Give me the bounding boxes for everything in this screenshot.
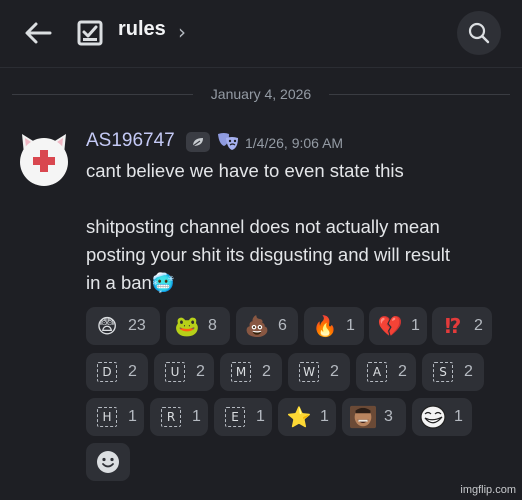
message-timestamp: 1/4/26, 9:06 AM — [245, 135, 344, 151]
reaction-letter-w[interactable]: W 2 — [288, 353, 350, 391]
back-button[interactable] — [22, 18, 54, 48]
message-line: cant believe we have to even state this — [86, 160, 404, 181]
reaction-count: 1 — [411, 317, 420, 334]
chevron-right-icon[interactable]: › — [178, 20, 186, 44]
message-line-last: in a ban🥶 — [86, 272, 175, 294]
message-line: shitposting channel does not actually me… — [86, 216, 440, 237]
reaction-interrobang[interactable]: ⁉ 2 — [432, 307, 492, 345]
channel-name[interactable]: rules — [118, 18, 166, 41]
broken-heart-icon: 💔 — [377, 314, 403, 338]
letter-e-icon: E — [225, 407, 245, 427]
reaction-letter-a[interactable]: A 2 — [356, 353, 416, 391]
reaction-broken-heart[interactable]: 💔 1 — [369, 307, 427, 345]
reaction-count: 2 — [474, 317, 483, 334]
add-reaction-button[interactable] — [86, 443, 130, 481]
reaction-count: 1 — [128, 408, 137, 425]
reaction-count: 2 — [128, 363, 137, 380]
reaction-letter-h[interactable]: H 1 — [86, 398, 144, 436]
reaction-count: 2 — [262, 363, 271, 380]
reaction-count: 2 — [398, 363, 407, 380]
rules-checkbox-icon — [76, 19, 106, 47]
reaction-letter-m[interactable]: M 2 — [220, 353, 282, 391]
letter-s-icon: S — [433, 362, 453, 382]
fearful-face-icon: 😨 — [96, 314, 118, 338]
letter-u-icon: U — [165, 362, 185, 382]
letter-d-icon: D — [97, 362, 117, 382]
reaction-count: 1 — [454, 408, 463, 425]
search-icon — [468, 22, 490, 44]
reaction-letter-e[interactable]: E 1 — [214, 398, 272, 436]
star-icon: ⭐ — [286, 405, 312, 429]
search-button[interactable] — [457, 11, 501, 55]
letter-w-icon: W — [299, 362, 319, 382]
reaction-frog[interactable]: 🐸 8 — [166, 307, 230, 345]
date-divider-label: January 4, 2026 — [193, 86, 329, 102]
arrow-left-icon — [25, 22, 52, 44]
avatar[interactable] — [14, 128, 74, 188]
poop-icon: 💩 — [244, 314, 270, 338]
reaction-custom-trollface[interactable]: 1 — [412, 398, 472, 436]
theater-masks-icon — [216, 130, 240, 154]
interrobang-icon: ⁉ — [444, 314, 462, 338]
reaction-count: 1 — [320, 408, 329, 425]
reaction-count: 2 — [196, 363, 205, 380]
trollface-icon — [420, 404, 446, 430]
reaction-letter-s[interactable]: S 2 — [422, 353, 484, 391]
cold-face-emoji: 🥶 — [151, 272, 175, 293]
reaction-count: 2 — [464, 363, 473, 380]
pepe-frog-icon: 🐸 — [174, 314, 200, 338]
message-line: in a ban — [86, 272, 152, 293]
reaction-count: 6 — [278, 317, 287, 334]
reaction-fearful[interactable]: 😨 23 — [86, 307, 160, 345]
leaf-badge-icon — [186, 132, 210, 152]
reaction-fire[interactable]: 🔥 1 — [304, 307, 364, 345]
reaction-count: 8 — [208, 317, 217, 334]
reaction-count: 3 — [384, 408, 393, 425]
reaction-letter-d[interactable]: D 2 — [86, 353, 148, 391]
reaction-poop[interactable]: 💩 6 — [236, 307, 298, 345]
message-line: posting your shit its disgusting and wil… — [86, 244, 451, 265]
letter-m-icon: M — [231, 362, 251, 382]
reaction-count: 1 — [192, 408, 201, 425]
letter-h-icon: H — [97, 407, 117, 427]
message-author[interactable]: AS196747 — [86, 130, 175, 152]
fire-icon: 🔥 — [312, 314, 338, 338]
reaction-count: 23 — [128, 317, 146, 334]
reaction-count: 1 — [346, 317, 355, 334]
smiley-add-reaction-icon — [97, 451, 119, 473]
laughing-man-icon — [350, 404, 376, 430]
imgflip-watermark: imgflip.com — [460, 484, 516, 496]
letter-r-icon: R — [161, 407, 181, 427]
reaction-letter-r[interactable]: R 1 — [150, 398, 208, 436]
reaction-count: 2 — [330, 363, 339, 380]
letter-a-icon: A — [367, 362, 387, 382]
reaction-custom-laughing[interactable]: 3 — [342, 398, 406, 436]
reaction-count: 1 — [256, 408, 265, 425]
channel-header: rules › — [0, 0, 522, 68]
reaction-star[interactable]: ⭐ 1 — [278, 398, 336, 436]
reaction-letter-u[interactable]: U 2 — [154, 353, 214, 391]
